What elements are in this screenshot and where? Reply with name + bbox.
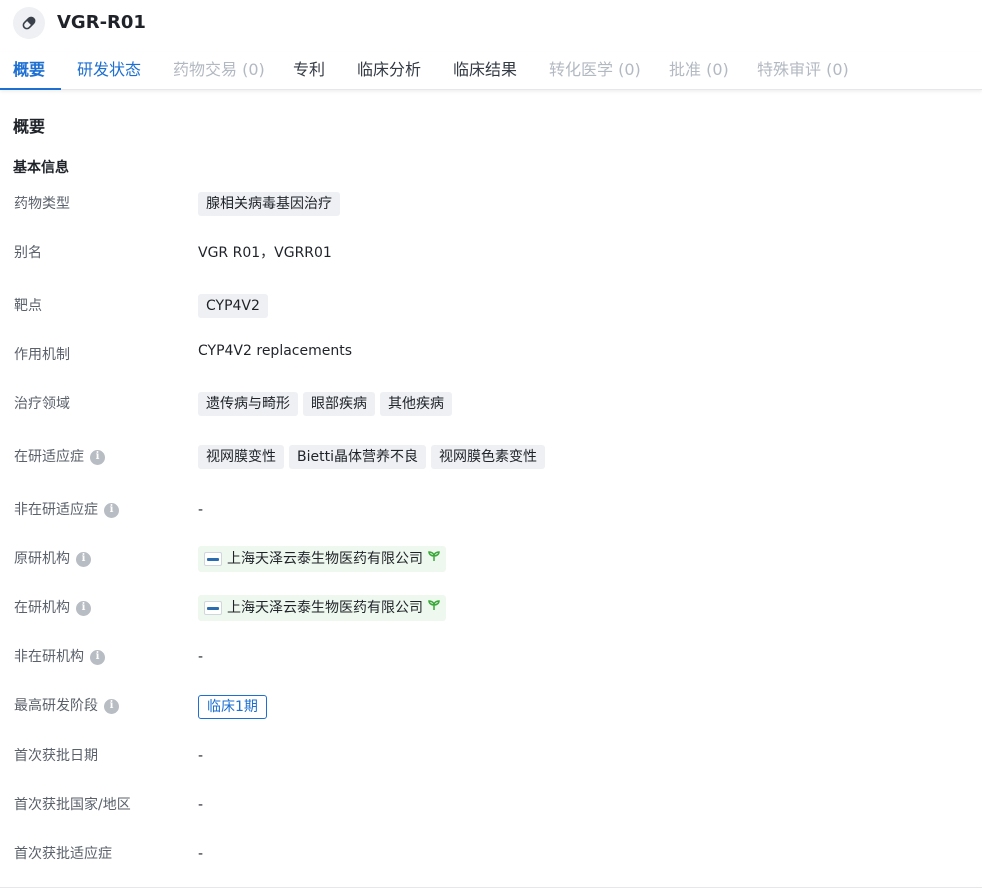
therapeutic-area-chip[interactable]: 其他疾病 xyxy=(380,392,452,416)
target-chip[interactable]: CYP4V2 xyxy=(198,294,268,318)
company-logo-icon xyxy=(204,601,222,615)
mechanism-value: CYP4V2 replacements xyxy=(198,343,352,359)
first-approval-date-value: - xyxy=(198,748,204,764)
org-name: 上海天泽云泰生物医药有限公司 xyxy=(227,551,423,567)
tab-rd-status[interactable]: 研发状态 xyxy=(77,59,141,81)
drug-type-label: 药物类型 xyxy=(14,196,70,212)
drug-type-chip[interactable]: 腺相关病毒基因治疗 xyxy=(198,192,340,216)
sprout-icon xyxy=(428,549,440,569)
therapeutic-area-value: 遗传病与畸形 眼部疾病 其他疾病 xyxy=(198,392,452,416)
alias-value: VGR R01，VGRR01 xyxy=(198,245,332,261)
info-icon[interactable]: i xyxy=(90,449,105,465)
tab-clinical-analysis[interactable]: 临床分析 xyxy=(357,59,421,81)
active-indication-value: 视网膜变性 Bietti晶体营养不良 视网膜色素变性 xyxy=(198,445,545,469)
alias-label: 别名 xyxy=(14,245,42,261)
pill-icon xyxy=(13,7,45,39)
tab-overview[interactable]: 概要 xyxy=(13,59,45,81)
tab-approval[interactable]: 批准 (0) xyxy=(669,59,729,81)
first-approval-date-label: 首次获批日期 xyxy=(14,748,98,764)
info-icon[interactable]: i xyxy=(104,502,119,518)
info-icon[interactable]: i xyxy=(76,551,91,567)
drug-type-value: 腺相关病毒基因治疗 xyxy=(198,192,340,216)
tab-deals[interactable]: 药物交易 (0) xyxy=(173,59,265,81)
active-org-label: 在研机构 i xyxy=(14,598,91,618)
section-title: 概要 xyxy=(13,117,46,136)
active-org-value: 上海天泽云泰生物医药有限公司 xyxy=(198,595,446,621)
first-approval-indication-value: - xyxy=(198,846,204,862)
originator-value: 上海天泽云泰生物医药有限公司 xyxy=(198,546,446,572)
therapeutic-area-chip[interactable]: 眼部疾病 xyxy=(303,392,375,416)
active-tab-indicator xyxy=(0,88,61,90)
target-value: CYP4V2 xyxy=(198,294,268,318)
indication-chip[interactable]: 视网膜变性 xyxy=(198,445,284,469)
phase-badge: 临床1期 xyxy=(198,695,267,719)
tab-bar: 概要 研发状态 药物交易 (0) 专利 临床分析 临床结果 转化医学 (0) 批… xyxy=(0,52,982,90)
active-org-chip[interactable]: 上海天泽云泰生物医药有限公司 xyxy=(198,595,446,621)
active-indication-label: 在研适应症 i xyxy=(14,447,105,467)
inactive-org-label: 非在研机构 i xyxy=(14,647,105,667)
tab-special-review[interactable]: 特殊审评 (0) xyxy=(757,59,849,81)
indication-chip[interactable]: Bietti晶体营养不良 xyxy=(289,445,426,469)
sprout-icon xyxy=(428,598,440,618)
tab-clinical-results[interactable]: 临床结果 xyxy=(453,59,517,81)
page-header: VGR-R01 xyxy=(0,0,982,46)
indication-chip[interactable]: 视网膜色素变性 xyxy=(430,445,545,469)
inactive-indication-value: - xyxy=(198,502,204,518)
first-approval-country-value: - xyxy=(198,797,204,813)
originator-label: 原研机构 i xyxy=(14,549,91,569)
therapeutic-area-chip[interactable]: 遗传病与畸形 xyxy=(198,392,298,416)
tab-translational[interactable]: 转化医学 (0) xyxy=(549,59,641,81)
therapeutic-area-label: 治疗领域 xyxy=(14,396,70,412)
info-icon[interactable]: i xyxy=(104,698,119,714)
target-label: 靶点 xyxy=(14,298,42,314)
highest-phase-label: 最高研发阶段 i xyxy=(14,696,119,716)
tab-patents[interactable]: 专利 xyxy=(293,59,325,81)
info-icon[interactable]: i xyxy=(76,600,91,616)
inactive-org-value: - xyxy=(198,649,204,665)
divider xyxy=(0,887,982,888)
first-approval-country-label: 首次获批国家/地区 xyxy=(14,797,131,813)
basic-info-title: 基本信息 xyxy=(13,160,69,176)
drug-title: VGR-R01 xyxy=(57,12,146,33)
originator-org-chip[interactable]: 上海天泽云泰生物医药有限公司 xyxy=(198,546,446,572)
org-name: 上海天泽云泰生物医药有限公司 xyxy=(227,600,423,616)
first-approval-indication-label: 首次获批适应症 xyxy=(14,846,112,862)
company-logo-icon xyxy=(204,552,222,566)
info-icon[interactable]: i xyxy=(90,649,105,665)
highest-phase-value: 临床1期 xyxy=(198,695,267,719)
mechanism-label: 作用机制 xyxy=(14,347,70,363)
inactive-indication-label: 非在研适应症 i xyxy=(14,500,119,520)
